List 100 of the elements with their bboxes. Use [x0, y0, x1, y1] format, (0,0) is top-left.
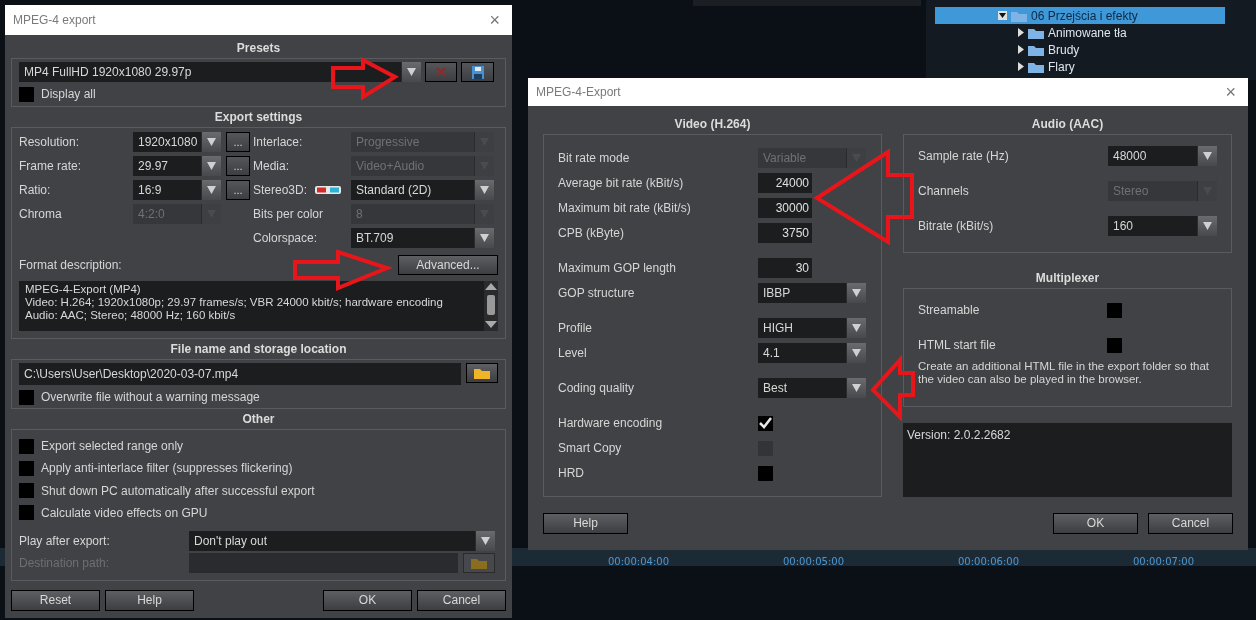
tree-item[interactable]: Brudy: [935, 41, 1256, 58]
field-label: Streamable: [918, 302, 981, 319]
field-label: Apply anti-interlace filter (suppresses flickering): [41, 460, 293, 478]
time-label: 00:00:04:00: [608, 556, 669, 567]
checkbox[interactable]: [758, 415, 773, 431]
field-label: Calculate video effects on GPU: [41, 504, 208, 522]
caret-icon: [852, 349, 861, 357]
path-field[interactable]: C:\Users\User\Desktop\2020-03-07.mp4: [19, 363, 461, 385]
annotation-arrow: [870, 354, 915, 422]
checkbox[interactable]: [19, 505, 34, 521]
checkbox[interactable]: [19, 460, 34, 476]
tree-label: Animowane tła: [1048, 24, 1127, 42]
save-icon: [471, 65, 484, 79]
description-line: Video: H.264; 1920x1080p; 29.97 frames/s; VBR 24000 kbit/s; hardware encoding: [25, 296, 444, 309]
dropdown[interactable]: 29.97: [133, 156, 221, 176]
field-label: Bit rate mode: [558, 150, 631, 167]
section-title: Video (H.264): [674, 116, 751, 133]
browse-button[interactable]: [466, 363, 498, 383]
field-label: Sample rate (Hz): [918, 148, 1010, 165]
section-title: File name and storage location: [170, 341, 347, 358]
number-field[interactable]: 30: [758, 258, 812, 278]
checkbox[interactable]: [19, 86, 34, 102]
more-button[interactable]: ...: [226, 180, 250, 200]
button[interactable]: Cancel: [417, 589, 506, 611]
checkbox[interactable]: [19, 389, 34, 405]
time-label: 00:00:06:00: [958, 556, 1019, 567]
close-button[interactable]: ×: [1221, 83, 1240, 101]
field-label: Export selected range only: [41, 438, 184, 455]
folder-icon: [473, 366, 491, 380]
button[interactable]: Cancel: [1148, 513, 1233, 534]
field-label: Format description:: [19, 257, 122, 274]
section-title: Other: [242, 411, 275, 428]
caret-icon: [852, 324, 861, 332]
section-title: Presets: [236, 40, 281, 57]
dropdown[interactable]: 160: [1108, 216, 1217, 236]
field-label: Channels: [918, 183, 970, 200]
field-label: CPB (kByte): [558, 225, 625, 242]
dropdown[interactable]: Standard (2D): [351, 180, 494, 200]
field-label: Bits per color: [253, 206, 324, 223]
dropdown[interactable]: BT.709: [351, 228, 494, 248]
window-title: MPEG-4 export: [13, 12, 96, 29]
advanced-button[interactable]: Advanced...: [398, 255, 498, 275]
field-label: Bitrate (kBit/s): [918, 218, 995, 235]
field-label: Level: [558, 345, 588, 362]
dropdown[interactable]: 1920x1080: [133, 132, 221, 152]
dropdown[interactable]: Best: [758, 378, 866, 398]
field-label: Average bit rate (kBit/s): [558, 175, 685, 192]
caret-icon: [480, 234, 489, 242]
button[interactable]: Reset: [11, 589, 100, 611]
button[interactable]: OK: [323, 589, 412, 611]
caret-icon: [480, 186, 489, 194]
tree-item[interactable]: Flary: [935, 58, 1256, 75]
dropdown[interactable]: Don't play out: [189, 530, 495, 551]
checkmark-icon: [759, 417, 772, 429]
button[interactable]: Help: [105, 589, 194, 611]
caret-icon: [1203, 152, 1212, 160]
field-label: Chroma: [19, 206, 63, 223]
field-label: GOP structure: [558, 285, 636, 302]
close-button[interactable]: ×: [485, 11, 504, 29]
dropdown[interactable]: MP4 FullHD 1920x1080 29.97p: [19, 62, 421, 82]
caret-icon: [852, 384, 861, 392]
dropdown[interactable]: IBBP: [758, 283, 866, 303]
checkbox[interactable]: [19, 483, 34, 499]
dropdown[interactable]: 48000: [1108, 146, 1217, 166]
caret-icon: [207, 186, 216, 194]
tree-item[interactable]: 06 Przejścia i efekty: [935, 7, 1225, 24]
tree-item[interactable]: Animowane tła: [935, 24, 1256, 41]
save-button[interactable]: [461, 62, 494, 82]
tree-label: Brudy: [1048, 41, 1080, 59]
number-field[interactable]: 30000: [758, 198, 812, 218]
caret-icon: [852, 289, 861, 297]
dropdown[interactable]: 16:9: [133, 180, 221, 200]
time-label: 00:00:05:00: [783, 556, 844, 567]
checkbox[interactable]: [19, 438, 34, 454]
checkbox[interactable]: [1107, 302, 1122, 318]
field-label: Overwrite file without a warning message: [41, 389, 260, 406]
more-button[interactable]: ...: [226, 132, 250, 152]
field-label: Resolution:: [19, 134, 81, 151]
button[interactable]: OK: [1053, 513, 1138, 534]
version-text: Version: 2.0.2.2682: [903, 423, 1232, 497]
section-title: Audio (AAC): [1031, 116, 1104, 133]
field-label: Stereo3D:: [253, 182, 308, 199]
description-line: MPEG-4-Export (MP4): [25, 283, 142, 296]
field-label: Ratio:: [19, 182, 52, 199]
field-label: Media:: [253, 158, 290, 175]
button[interactable]: Help: [543, 513, 628, 534]
dropdown[interactable]: HIGH: [758, 318, 866, 338]
checkbox[interactable]: [758, 465, 773, 481]
field-label: Coding quality: [558, 380, 636, 397]
collapse-icon: [998, 11, 1007, 20]
caret-icon: [407, 68, 416, 76]
checkbox[interactable]: [1107, 337, 1122, 353]
description-line: Audio: AAC; Stereo; 48000 Hz; 160 kbit/s: [25, 309, 237, 322]
field-label: HRD: [558, 465, 585, 482]
more-button[interactable]: ...: [226, 156, 250, 176]
dropdown[interactable]: 4.1: [758, 343, 866, 363]
number-field[interactable]: 24000: [758, 173, 812, 193]
number-field[interactable]: 3750: [758, 223, 812, 243]
tree-label: 06 Przejścia i efekty: [1031, 7, 1138, 25]
field-label: Frame rate:: [19, 158, 82, 175]
